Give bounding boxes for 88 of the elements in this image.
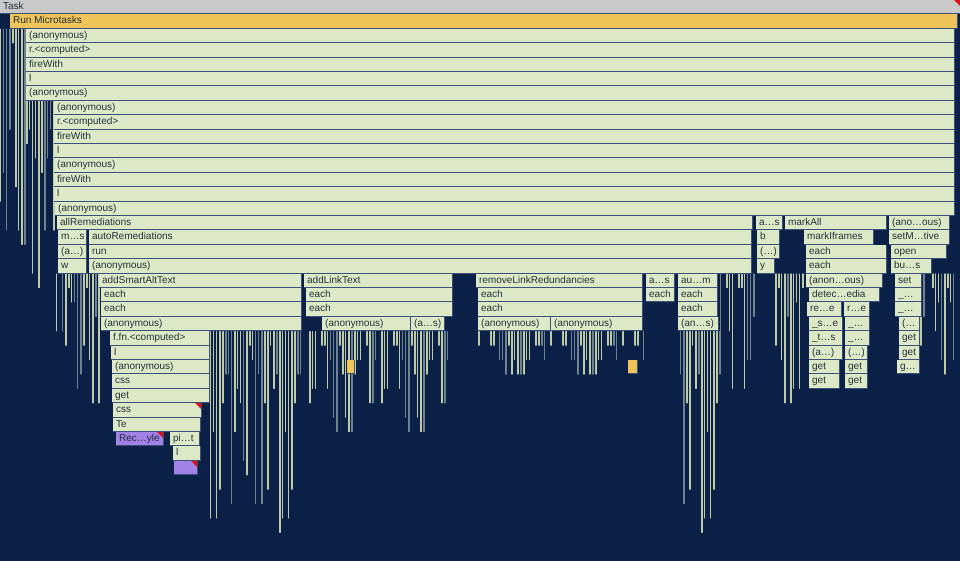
call-frame[interactable]: get	[845, 374, 868, 389]
call-frame[interactable]: allRemediations	[57, 216, 753, 230]
call-frame[interactable]: bu…s	[891, 259, 932, 274]
call-frame[interactable]: (anonymous)	[322, 316, 411, 332]
call-frame[interactable]: (anonymous)	[551, 316, 643, 332]
call-frame[interactable]: l	[111, 346, 210, 360]
call-frame[interactable]: _…	[845, 331, 870, 346]
call-frame[interactable]: re…e	[807, 302, 842, 317]
call-frame[interactable]: get	[899, 331, 920, 346]
call-frame[interactable]	[628, 360, 638, 374]
call-frame[interactable]: each	[478, 302, 643, 317]
call-frame[interactable]: (a…)	[809, 346, 843, 360]
task-bar[interactable]: Task	[0, 0, 960, 14]
call-frame[interactable]: au…m	[678, 274, 718, 288]
call-frame[interactable]: (…	[899, 316, 920, 332]
call-frame[interactable]: fireWith	[54, 172, 955, 188]
call-frame[interactable]: (ano…ous)	[889, 216, 950, 230]
call-frame[interactable]: pi…t	[170, 432, 200, 446]
call-frame[interactable]: (…)	[845, 346, 868, 360]
call-frame[interactable]: f.fn.<computed>	[110, 331, 210, 346]
call-frame[interactable]: get	[899, 346, 920, 360]
call-frame[interactable]: l	[54, 187, 955, 202]
call-frame[interactable]: _…	[845, 316, 870, 332]
call-frame[interactable]: each	[678, 288, 718, 302]
call-frame[interactable]: removeLinkRedundancies	[476, 274, 643, 288]
call-frame[interactable]: css	[113, 403, 202, 418]
call-frame[interactable]: open	[891, 244, 947, 260]
call-frame[interactable]: (a…)	[58, 244, 87, 260]
call-frame[interactable]: each	[478, 288, 643, 302]
call-frame[interactable]: each	[101, 302, 302, 317]
call-frame[interactable]: l	[26, 72, 955, 86]
call-frame[interactable]: (anonymous)	[26, 28, 955, 44]
call-frame[interactable]: _t…s	[809, 331, 843, 346]
call-frame[interactable]: set	[895, 274, 922, 288]
call-frame[interactable]: css	[112, 374, 210, 389]
call-frame[interactable]: w	[58, 259, 87, 274]
call-frame[interactable]: b	[757, 230, 780, 245]
call-frame[interactable]: each	[101, 288, 302, 302]
call-frame[interactable]: y	[757, 259, 775, 274]
call-frame[interactable]: r.<computed>	[54, 115, 955, 130]
call-frame[interactable]: (anonymous)	[54, 158, 955, 173]
call-frame[interactable]: get	[112, 388, 210, 404]
call-frame[interactable]: each	[306, 288, 453, 302]
call-frame[interactable]: each	[306, 302, 453, 317]
call-frame[interactable]: (anonymous)	[101, 316, 302, 332]
call-frame[interactable]: autoRemediations	[89, 230, 752, 245]
call-frame[interactable]: each	[646, 288, 675, 302]
call-frame[interactable]: Rec…yle	[116, 432, 164, 446]
call-frame[interactable]: run	[89, 244, 752, 260]
call-frame[interactable]: setM…tive	[889, 230, 950, 245]
call-frame[interactable]: markAll	[785, 216, 887, 230]
call-frame[interactable]: (anonymous)	[55, 202, 955, 216]
call-frame[interactable]: (anonymous)	[89, 259, 752, 274]
call-frame[interactable]: markIframes	[804, 230, 874, 245]
call-frame[interactable]: (anonymous)	[478, 316, 551, 332]
call-frame[interactable]: get	[809, 360, 840, 374]
call-frame[interactable]: each	[806, 244, 887, 260]
call-frame[interactable]: _…	[895, 302, 922, 317]
call-frame[interactable]	[174, 460, 198, 476]
call-frame[interactable]: fireWith	[54, 130, 955, 144]
call-frame[interactable]: _s…e	[809, 316, 843, 332]
call-frame[interactable]: fireWith	[26, 58, 955, 72]
call-frame[interactable]: (anon…ous)	[806, 274, 883, 288]
call-frame[interactable]: (anonymous)	[26, 86, 955, 101]
call-frame[interactable]: _…	[895, 288, 922, 302]
call-frame[interactable]: (a…s)	[411, 316, 445, 332]
call-frame[interactable]: l	[54, 144, 955, 158]
call-frame[interactable]: (an…s)	[678, 316, 719, 332]
call-frame[interactable]: get	[809, 374, 840, 389]
call-frame[interactable]: a…s	[756, 216, 783, 230]
call-frame[interactable]: Run Microtasks	[10, 14, 958, 29]
call-frame[interactable]: each	[806, 259, 887, 274]
call-frame[interactable]: get	[845, 360, 868, 374]
call-frame[interactable]: addLinkText	[304, 274, 453, 288]
call-frame[interactable]: (anonymous)	[112, 360, 210, 374]
call-frame[interactable]: l	[173, 446, 201, 461]
call-frame[interactable]	[347, 360, 355, 374]
call-frame[interactable]: detec…edia	[809, 288, 880, 302]
call-frame[interactable]: a…s	[646, 274, 675, 288]
call-frame[interactable]: r.<computed>	[26, 43, 955, 58]
call-frame[interactable]: (anonymous)	[54, 100, 955, 116]
call-frame[interactable]: Te	[113, 418, 201, 432]
call-frame[interactable]: each	[678, 302, 718, 317]
call-frame[interactable]: (…)	[757, 244, 780, 260]
call-frame[interactable]: addSmartAltText	[99, 274, 302, 288]
call-frame[interactable]: g…	[897, 360, 920, 374]
call-frame[interactable]: m…s	[58, 230, 87, 245]
call-frame[interactable]: r…e	[844, 302, 870, 317]
